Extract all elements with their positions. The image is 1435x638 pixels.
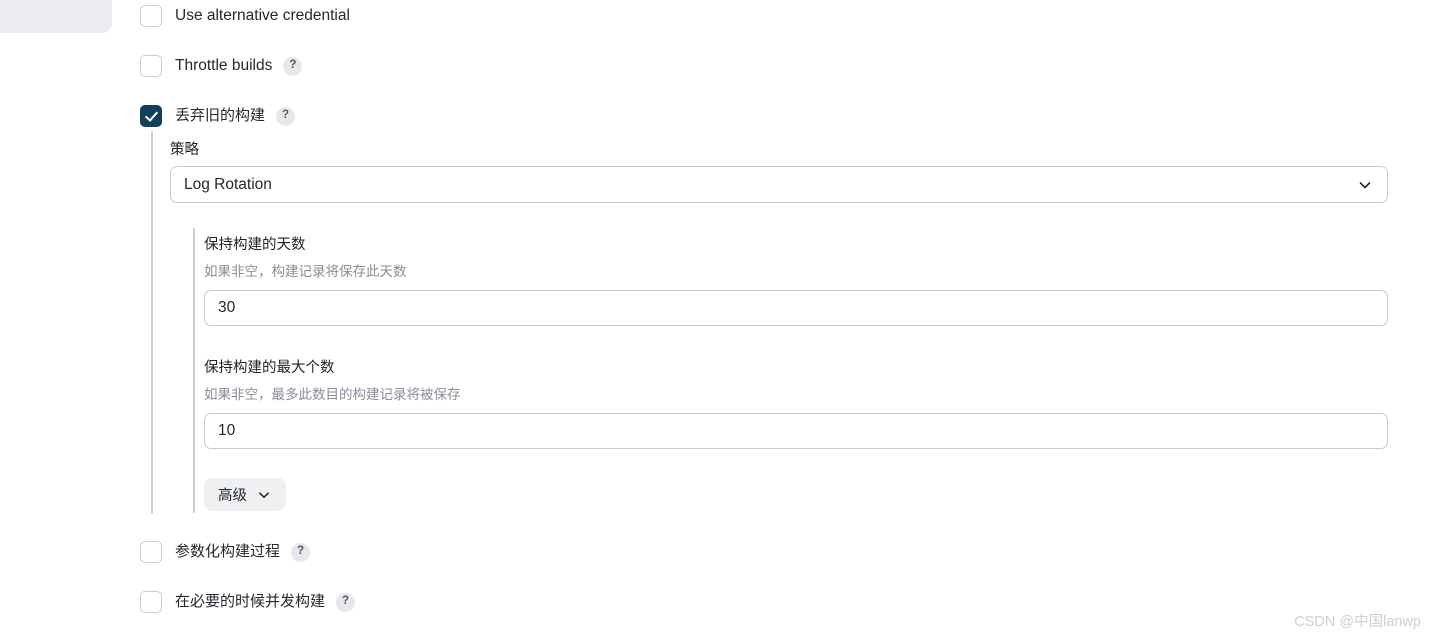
checkbox-discard-old-builds[interactable] xyxy=(140,105,162,127)
checkbox-label-parameterized-build: 参数化构建过程 xyxy=(175,543,281,560)
checkbox-row-parameterized-build[interactable]: 参数化构建过程 ? xyxy=(140,540,311,564)
chevron-down-icon xyxy=(256,487,272,503)
help-icon-discard-old-builds[interactable]: ? xyxy=(276,106,296,126)
days-to-keep-value: 30 xyxy=(218,299,236,316)
help-icon-throttle-builds[interactable]: ? xyxy=(283,56,303,76)
builds-to-keep-description: 如果非空，最多此数目的构建记录将被保存 xyxy=(204,387,461,402)
watermark: CSDN @中国lanwp xyxy=(1294,614,1421,630)
help-icon-parameterized-build[interactable]: ? xyxy=(291,542,311,562)
checkbox-row-discard-old-builds[interactable]: 丢弃旧的构建 ? xyxy=(140,104,296,128)
help-icon-concurrent-builds[interactable]: ? xyxy=(336,592,356,612)
strategy-select-value: Log Rotation xyxy=(184,175,272,193)
nesting-rail-inner xyxy=(193,228,195,513)
builds-to-keep-label: 保持构建的最大个数 xyxy=(204,360,335,376)
checkbox-label-use-alternative-credential: Use alternative credential xyxy=(175,7,350,24)
checkbox-use-alternative-credential[interactable] xyxy=(140,5,162,27)
advanced-button-label: 高级 xyxy=(218,488,247,504)
checkbox-label-discard-old-builds: 丢弃旧的构建 xyxy=(175,107,266,124)
days-to-keep-label: 保持构建的天数 xyxy=(204,237,306,253)
days-to-keep-input[interactable]: 30 xyxy=(204,290,1388,326)
strategy-select[interactable]: Log Rotation xyxy=(170,166,1388,203)
checkbox-label-throttle-builds: Throttle builds xyxy=(175,57,273,74)
checkbox-throttle-builds[interactable] xyxy=(140,55,162,77)
checkbox-concurrent-builds[interactable] xyxy=(140,591,162,613)
checkbox-row-throttle-builds[interactable]: Throttle builds ? xyxy=(140,54,303,78)
checkbox-parameterized-build[interactable] xyxy=(140,541,162,563)
builds-to-keep-input[interactable]: 10 xyxy=(204,413,1388,449)
checkbox-label-concurrent-builds: 在必要的时候并发构建 xyxy=(175,593,326,610)
nesting-rail-outer xyxy=(151,131,153,514)
checkbox-row-concurrent-builds[interactable]: 在必要的时候并发构建 ? xyxy=(140,590,356,614)
days-to-keep-description: 如果非空，构建记录将保存此天数 xyxy=(204,264,407,279)
left-panel-edge xyxy=(0,0,112,33)
chevron-down-icon xyxy=(1357,177,1373,193)
checkbox-row-use-alternative-credential[interactable]: Use alternative credential xyxy=(140,4,350,28)
builds-to-keep-value: 10 xyxy=(218,422,236,439)
strategy-label: 策略 xyxy=(170,142,199,158)
advanced-button[interactable]: 高级 xyxy=(204,478,286,511)
